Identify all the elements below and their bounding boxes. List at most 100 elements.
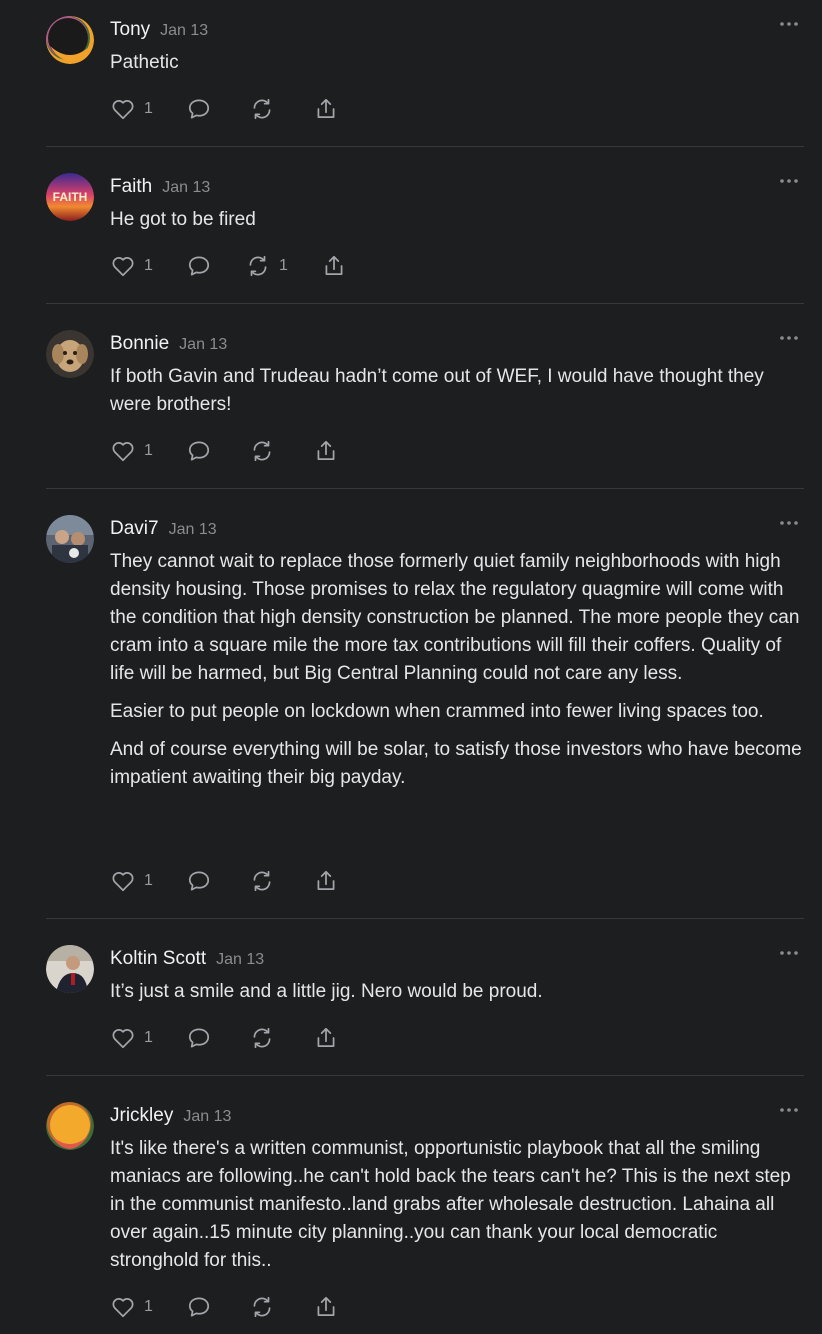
divider: [46, 918, 804, 919]
share-icon: [317, 440, 335, 460]
reply-button[interactable]: [186, 866, 212, 896]
comment-header: Jrickley Jan 13: [110, 1105, 231, 1127]
comment-paragraph: And of course everything will be solar, …: [110, 739, 802, 788]
reply-button[interactable]: [186, 251, 212, 281]
comment-date[interactable]: Jan 13: [169, 521, 217, 538]
comment-body: It's like there's a written communist, o…: [110, 1135, 804, 1285]
comment-bubble-icon: [188, 441, 210, 461]
comment: Davi7 Jan 13 They cannot wait to replace …: [46, 515, 804, 905]
comment-date[interactable]: Jan 13: [183, 1108, 231, 1125]
restack-icon: [249, 255, 267, 277]
restack-button[interactable]: [249, 436, 275, 466]
like-count: 1: [144, 872, 153, 889]
comment-date[interactable]: Jan 13: [160, 22, 208, 39]
reply-button[interactable]: [186, 1292, 212, 1322]
author-name[interactable]: Bonnie: [110, 333, 169, 354]
comment-text: If both Gavin and Trudeau hadn’t come ou…: [110, 366, 764, 415]
more-dots-icon[interactable]: [778, 16, 800, 32]
comment-text: It's like there's a written communist, o…: [110, 1138, 791, 1271]
like-button[interactable]: 1: [110, 436, 153, 466]
restack-icon: [253, 98, 271, 120]
avatar-text: FAITH: [53, 190, 88, 204]
share-button[interactable]: [313, 1023, 339, 1053]
comment-text: It’s just a smile and a little jig. Nero…: [110, 981, 543, 1002]
comment: FAITH Faith Jan 13 He got to be fired 1 1: [46, 173, 804, 283]
heart-icon: [112, 442, 134, 462]
comment-header: Koltin Scott Jan 13: [110, 948, 264, 970]
reply-button[interactable]: [186, 94, 212, 124]
avatar[interactable]: [46, 945, 94, 993]
more-dots-icon[interactable]: [778, 173, 800, 189]
restack-icon: [253, 440, 271, 462]
share-icon: [317, 1296, 335, 1316]
heart-icon: [112, 100, 134, 120]
divider: [46, 303, 804, 304]
reply-button[interactable]: [186, 1023, 212, 1053]
comment-bubble-icon: [188, 1028, 210, 1048]
like-count: 1: [144, 1029, 153, 1046]
divider: [46, 488, 804, 489]
restack-button[interactable]: [249, 1292, 275, 1322]
share-icon: [325, 255, 343, 275]
share-button[interactable]: [313, 436, 339, 466]
like-button[interactable]: 1: [110, 251, 153, 281]
like-count: 1: [144, 100, 153, 117]
comment-text: He got to be fired: [110, 209, 256, 230]
restack-button[interactable]: [249, 866, 275, 896]
heart-icon: [112, 1298, 134, 1318]
author-name[interactable]: Koltin Scott: [110, 948, 206, 969]
more-dots-icon[interactable]: [778, 330, 800, 346]
heart-icon: [112, 872, 134, 892]
restack-button[interactable]: 1: [245, 251, 288, 281]
comment-header: Bonnie Jan 13: [110, 333, 227, 355]
heart-icon: [112, 257, 134, 277]
comment-date[interactable]: Jan 13: [179, 336, 227, 353]
comment-date[interactable]: Jan 13: [216, 951, 264, 968]
share-button[interactable]: [321, 251, 347, 281]
comment-header: Davi7 Jan 13: [110, 518, 217, 540]
heart-icon: [112, 1029, 134, 1049]
share-button[interactable]: [313, 866, 339, 896]
share-icon: [317, 870, 335, 890]
comment-text: Pathetic: [110, 52, 179, 73]
more-dots-icon[interactable]: [778, 1102, 800, 1118]
comment-bubble-icon: [188, 1297, 210, 1317]
restack-button[interactable]: [249, 94, 275, 124]
comment-bubble-icon: [188, 871, 210, 891]
like-button[interactable]: 1: [110, 1292, 153, 1322]
comment: Bonnie Jan 13 If both Gavin and Trudeau h…: [46, 330, 804, 470]
comment-body: He got to be fired: [110, 206, 804, 244]
restack-count: 1: [279, 257, 288, 274]
comment: Jrickley Jan 13 It's like there's a writt…: [46, 1102, 804, 1334]
comment-body: Pathetic: [110, 49, 804, 87]
author-name[interactable]: Faith: [110, 176, 152, 197]
share-icon: [317, 98, 335, 118]
restack-icon: [253, 1027, 271, 1049]
share-button[interactable]: [313, 1292, 339, 1322]
share-button[interactable]: [313, 94, 339, 124]
more-dots-icon[interactable]: [778, 945, 800, 961]
more-dots-icon[interactable]: [778, 515, 800, 531]
avatar[interactable]: FAITH: [46, 173, 94, 221]
reply-button[interactable]: [186, 436, 212, 466]
avatar[interactable]: [46, 515, 94, 563]
author-name[interactable]: Tony: [110, 19, 150, 40]
comment-paragraph: They cannot wait to replace those former…: [110, 551, 800, 684]
divider: [46, 146, 804, 147]
restack-icon: [253, 870, 271, 892]
comment-body: They cannot wait to replace those former…: [110, 548, 804, 802]
comment-header: Faith Jan 13: [110, 176, 210, 198]
avatar[interactable]: [46, 16, 94, 64]
comment-bubble-icon: [188, 99, 210, 119]
author-name[interactable]: Jrickley: [110, 1105, 173, 1126]
author-name[interactable]: Davi7: [110, 518, 159, 539]
like-button[interactable]: 1: [110, 1023, 153, 1053]
comment-date[interactable]: Jan 13: [162, 179, 210, 196]
comment-header: Tony Jan 13: [110, 19, 208, 41]
restack-button[interactable]: [249, 1023, 275, 1053]
avatar[interactable]: [46, 330, 94, 378]
like-button[interactable]: 1: [110, 866, 153, 896]
like-count: 1: [144, 1298, 153, 1315]
like-button[interactable]: 1: [110, 94, 153, 124]
avatar[interactable]: [46, 1102, 94, 1150]
